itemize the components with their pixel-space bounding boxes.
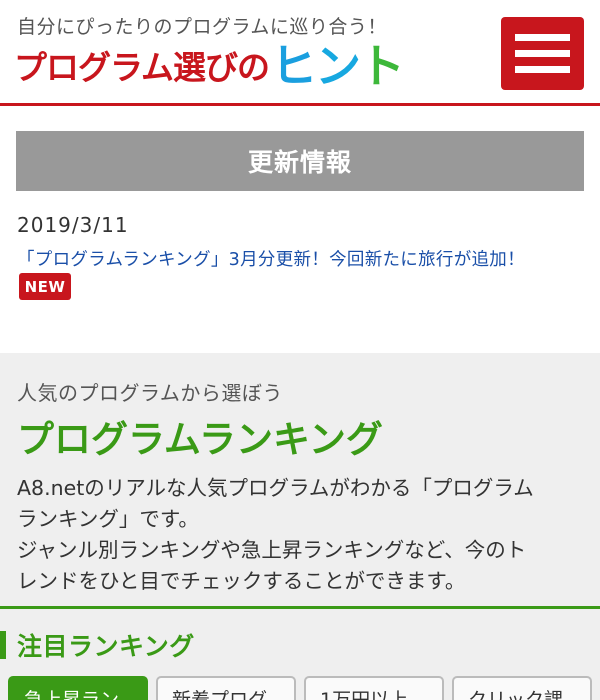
site-tagline: 自分にぴったりのプログラムに巡り合う！ bbox=[17, 16, 387, 38]
hamburger-menu-button[interactable] bbox=[501, 17, 584, 90]
site-logo[interactable]: プログラム選びの ヒント bbox=[14, 39, 405, 93]
tab-click-billing[interactable]: クリック課 bbox=[452, 676, 592, 700]
attention-ranking-title: 注目ランキング bbox=[17, 632, 195, 661]
ranking-title: プログラムランキング bbox=[17, 418, 383, 461]
tab-new-programs[interactable]: 新着プログ bbox=[156, 676, 296, 700]
new-badge: NEW bbox=[19, 273, 71, 300]
heading-accent-bar bbox=[0, 631, 6, 659]
attention-ranking-heading: 注目ランキング bbox=[0, 630, 195, 661]
ranking-tabs: 急上昇ラン 新着プログ 1万円以上 クリック課 bbox=[8, 676, 600, 700]
ranking-description-line: レンドをひと目でチェックすることができます。 bbox=[17, 569, 466, 593]
tab-rising-ranking[interactable]: 急上昇ラン bbox=[8, 676, 148, 700]
ranking-description-line: ランキング」です。 bbox=[17, 507, 199, 531]
news-heading: 更新情報 bbox=[247, 148, 352, 177]
ranking-description-line: ジャンル別ランキングや急上昇ランキングなど、今のト bbox=[17, 538, 527, 562]
logo-hint-char: ヒ bbox=[271, 39, 317, 93]
hamburger-menu-icon bbox=[515, 66, 570, 73]
site-header: 自分にぴったりのプログラムに巡り合う！ プログラム選びの ヒント bbox=[0, 0, 600, 106]
ranking-subtitle: 人気のプログラムから選ぼう bbox=[17, 381, 283, 405]
tab-over-10000-yen[interactable]: 1万円以上 bbox=[304, 676, 444, 700]
news-section-header: 更新情報 bbox=[16, 131, 584, 191]
logo-hint-char: ト bbox=[359, 39, 405, 93]
news-date: 2019/3/11 bbox=[17, 213, 129, 237]
logo-main-text: プログラム選びの bbox=[14, 48, 270, 87]
ranking-description: A8.netのリアルな人気プログラムがわかる「プログラム ランキング」です。 ジ… bbox=[17, 473, 587, 597]
section-divider bbox=[0, 606, 600, 609]
logo-hint-text: ヒント bbox=[271, 39, 405, 93]
logo-hint-char: ン bbox=[315, 39, 361, 93]
ranking-description-line: A8.netのリアルな人気プログラムがわかる「プログラム bbox=[17, 476, 534, 500]
news-item-link[interactable]: 「プログラムランキング」3月分更新！今回新たに旅行が追加！ bbox=[17, 246, 525, 271]
hamburger-menu-icon bbox=[515, 50, 570, 57]
ranking-section: 人気のプログラムから選ぼう プログラムランキング A8.netのリアルな人気プロ… bbox=[0, 353, 600, 700]
hamburger-menu-icon bbox=[515, 34, 570, 41]
